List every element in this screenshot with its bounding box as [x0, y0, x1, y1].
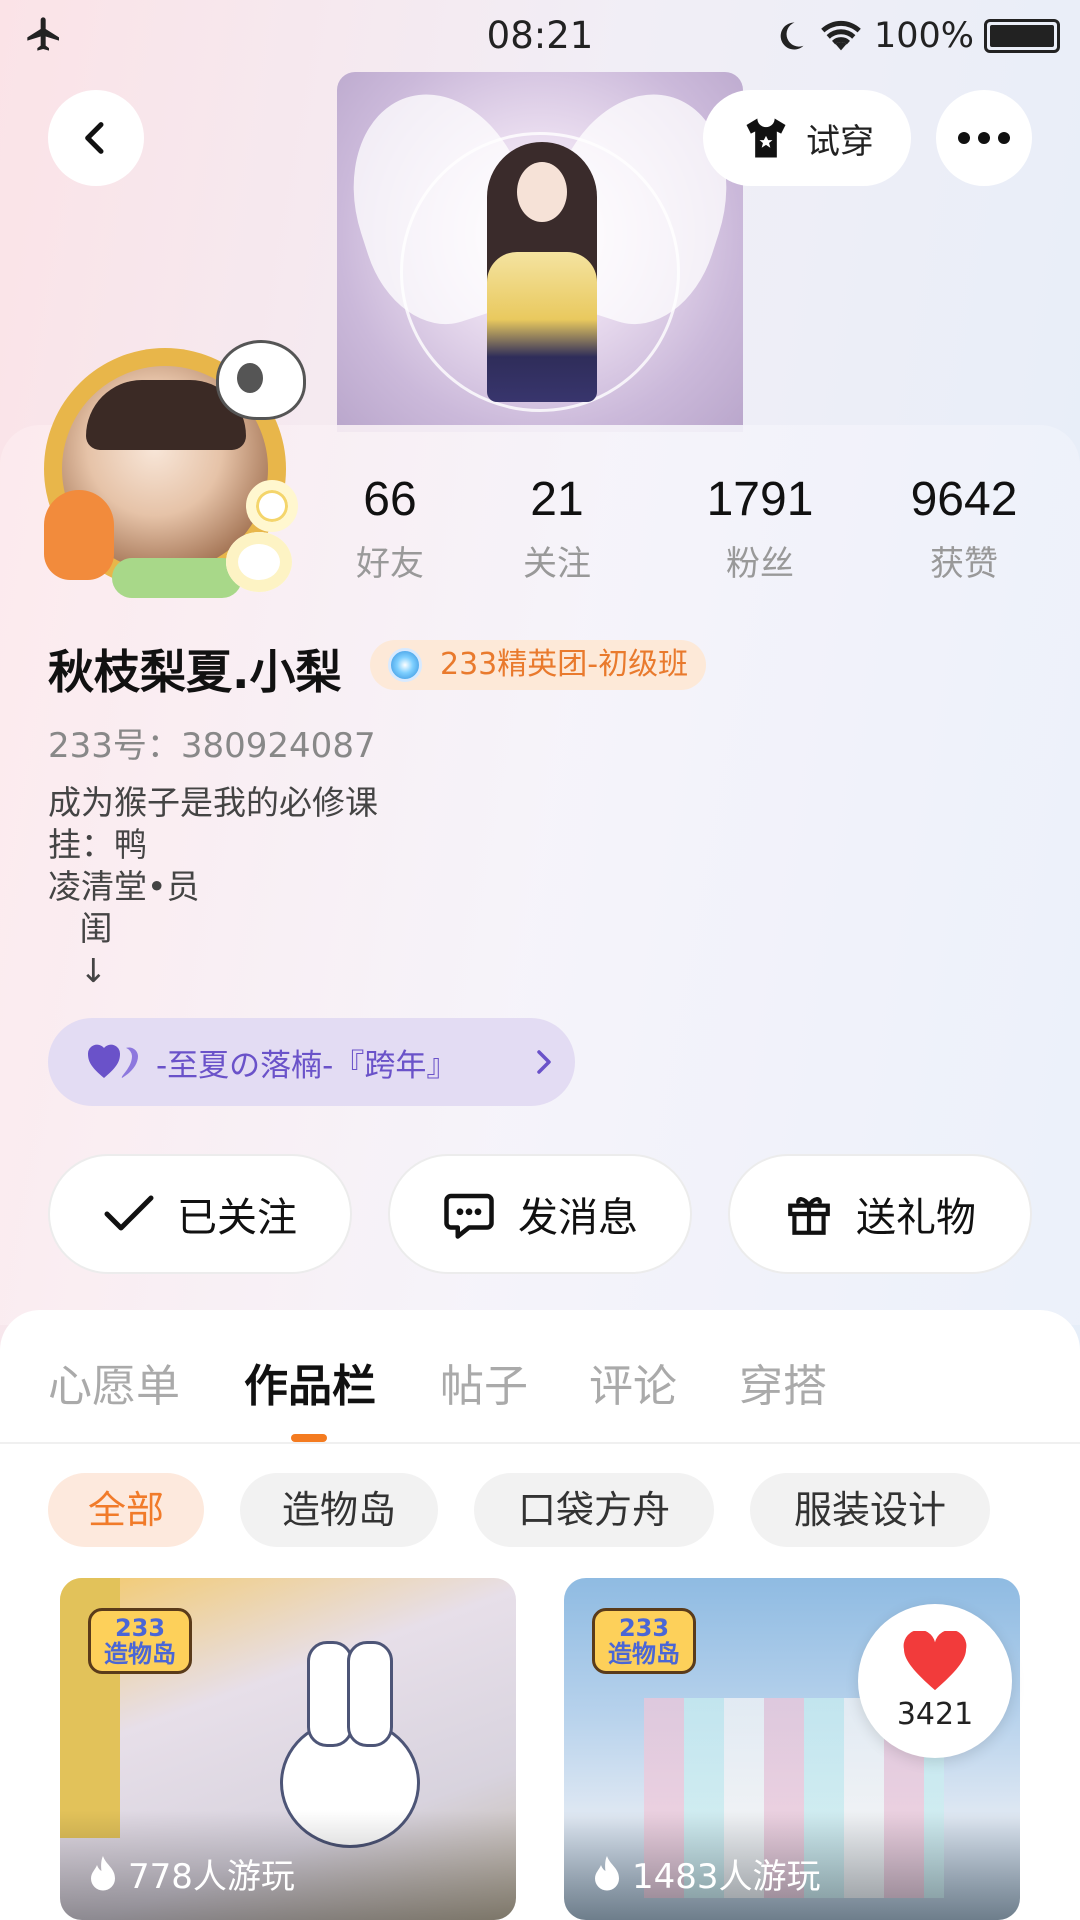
- tshirt-icon: [746, 118, 786, 158]
- tab-bar: 心愿单 作品栏 帖子 评论 穿搭: [0, 1350, 1080, 1440]
- user-id: 233号：380924087: [48, 726, 376, 766]
- wifi-icon: [821, 20, 861, 51]
- back-button[interactable]: [48, 90, 144, 186]
- stat-label: 获赞: [930, 544, 998, 584]
- group-link[interactable]: -至夏の落楠-『跨年』: [48, 1018, 575, 1106]
- chevron-left-icon: [85, 122, 104, 154]
- flame-icon: [595, 1855, 619, 1890]
- profile-name: 秋枝梨夏.小梨: [48, 645, 342, 699]
- play-count-label: 1483人游玩: [632, 1857, 821, 1897]
- divider: [0, 1442, 1080, 1444]
- filter-creation-island[interactable]: 造物岛: [240, 1473, 438, 1547]
- stat-label: 好友: [356, 544, 424, 584]
- active-tab-indicator: [291, 1434, 327, 1442]
- status-bar: 08:21 100%: [0, 0, 1080, 76]
- send-gift-label: 送礼物: [856, 1195, 976, 1241]
- battery-icon: [984, 19, 1060, 53]
- filter-chips: 全部 造物岛 口袋方舟 服装设计: [0, 1473, 1080, 1547]
- tab-outfits[interactable]: 穿搭: [739, 1350, 827, 1414]
- double-heart-icon: [88, 1044, 138, 1078]
- filter-fashion-design[interactable]: 服装设计: [750, 1473, 990, 1547]
- stat-following[interactable]: 21 关注: [467, 470, 647, 585]
- play-count-label: 778人游玩: [128, 1857, 295, 1897]
- send-message-button[interactable]: 发消息: [388, 1154, 692, 1274]
- status-right: 100%: [772, 14, 1060, 58]
- tab-wishlist[interactable]: 心愿单: [48, 1350, 180, 1414]
- filter-pocket-ark[interactable]: 口袋方舟: [474, 1473, 714, 1547]
- send-message-label: 发消息: [518, 1195, 638, 1241]
- membership-badge[interactable]: 233精英团-初级班: [370, 640, 707, 690]
- check-icon: [104, 1195, 154, 1231]
- stat-likes[interactable]: 9642 获赞: [874, 470, 1054, 585]
- stat-value: 1791: [706, 473, 814, 526]
- character-banner: [337, 72, 743, 432]
- game-logo: 233 造物岛: [88, 1608, 192, 1674]
- flame-icon: [91, 1855, 115, 1890]
- badge-label: 233精英团-初级班: [440, 647, 689, 682]
- gift-icon: [788, 1197, 830, 1235]
- stat-friends[interactable]: 66 好友: [300, 470, 480, 585]
- followed-label: 已关注: [177, 1195, 297, 1241]
- tab-posts[interactable]: 帖子: [440, 1350, 528, 1414]
- group-name: -至夏の落楠-『跨年』: [156, 1047, 458, 1084]
- play-count: 1483人游玩: [592, 1849, 821, 1898]
- stat-value: 9642: [910, 473, 1018, 526]
- battery-percent: 100%: [873, 16, 974, 56]
- play-count: 778人游玩: [88, 1849, 295, 1898]
- stat-value: 66: [363, 473, 417, 526]
- chevron-right-icon: [537, 1050, 551, 1074]
- stat-label: 粉丝: [726, 544, 794, 584]
- more-dots-icon: [958, 132, 1010, 144]
- do-not-disturb-moon-icon: [780, 22, 804, 50]
- profile-bio: 成为猴子是我的必修课 挂：鸭 凌清堂•员 闺 ↓: [48, 783, 378, 990]
- send-gift-button[interactable]: 送礼物: [728, 1154, 1032, 1274]
- stat-value: 21: [530, 473, 584, 526]
- stat-fans[interactable]: 1791 粉丝: [670, 470, 850, 585]
- more-button[interactable]: [936, 90, 1032, 186]
- game-logo: 233 造物岛: [592, 1608, 696, 1674]
- chat-bubble-icon: [444, 1193, 494, 1239]
- tab-works[interactable]: 作品栏: [244, 1350, 376, 1414]
- tab-comments[interactable]: 评论: [589, 1350, 677, 1414]
- like-count: 3421: [896, 1696, 974, 1732]
- stat-label: 关注: [523, 544, 591, 584]
- avatar[interactable]: [36, 340, 306, 598]
- stats-row: 66 好友 21 关注 1791 粉丝 9642 获赞: [300, 470, 1080, 590]
- cat-decoration-icon: [216, 340, 306, 420]
- medal-icon: [388, 648, 422, 682]
- filter-all[interactable]: 全部: [48, 1473, 204, 1547]
- work-card[interactable]: 233 造物岛 778人游玩: [60, 1578, 516, 1920]
- try-on-label: 试穿: [806, 121, 874, 162]
- try-on-button[interactable]: 试穿: [703, 90, 911, 186]
- followed-button[interactable]: 已关注: [48, 1154, 352, 1274]
- heart-icon: [903, 1630, 967, 1690]
- like-button[interactable]: 3421: [858, 1604, 1012, 1758]
